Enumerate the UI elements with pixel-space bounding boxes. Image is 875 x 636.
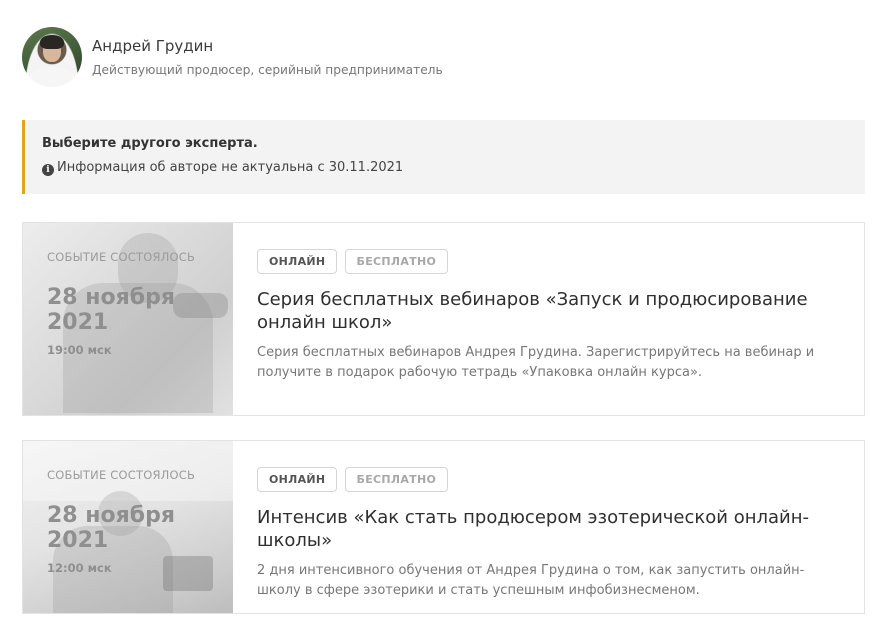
avatar[interactable] [22, 27, 82, 87]
event-tags: ОНЛАЙН БЕСПЛАТНО [257, 467, 847, 492]
event-description: Серия бесплатных вебинаров Андрея Грудин… [257, 345, 815, 380]
notice-info: i Информация об авторе не актуальна с 30.… [42, 160, 403, 176]
event-card[interactable]: СОБЫТИЕ СОСТОЯЛОСЬ 28 ноября 2021 12:00 … [22, 440, 865, 614]
info-circle-icon: i [42, 164, 54, 176]
event-time: 12:00 мск [47, 561, 112, 575]
event-status: СОБЫТИЕ СОСТОЯЛОСЬ [47, 468, 196, 482]
event-body: ОНЛАЙН БЕСПЛАТНО Серия бесплатных вебина… [257, 249, 847, 383]
avatar-hair [40, 35, 64, 49]
author-header: Андрей Грудин Действующий продюсер, сери… [22, 27, 622, 87]
tag-free[interactable]: БЕСПЛАТНО [344, 467, 449, 492]
tag-online[interactable]: ОНЛАЙН [257, 249, 338, 274]
tag-online[interactable]: ОНЛАЙН [257, 467, 338, 492]
event-image[interactable]: СОБЫТИЕ СОСТОЯЛОСЬ 28 ноября 2021 19:00 … [23, 223, 233, 415]
event-date: 28 ноября 2021 [47, 285, 175, 335]
event-tags: ОНЛАЙН БЕСПЛАТНО [257, 249, 847, 274]
event-body: ОНЛАЙН БЕСПЛАТНО Интенсив «Как стать про… [257, 467, 847, 601]
image-laptop [163, 556, 213, 591]
event-title[interactable]: Серия бесплатных вебинаров «Запуск и про… [257, 288, 847, 334]
event-status: СОБЫТИЕ СОСТОЯЛОСЬ [47, 250, 196, 264]
event-time: 19:00 мск [47, 343, 112, 357]
expert-notice: Выберите другого эксперта. i Информация о… [22, 120, 865, 194]
author-name[interactable]: Андрей Грудин [92, 37, 213, 55]
event-description: 2 дня интенсивного обучения от Андрея Гр… [257, 563, 805, 598]
notice-info-text: Информация об авторе не актуальна с 30.1… [57, 160, 404, 175]
author-role: Действующий продюсер, серийный предприни… [92, 63, 443, 77]
event-title[interactable]: Интенсив «Как стать продюсером эзотериче… [257, 506, 847, 552]
avatar-shirt [28, 67, 76, 87]
event-date: 28 ноября 2021 [47, 503, 175, 553]
event-card[interactable]: СОБЫТИЕ СОСТОЯЛОСЬ 28 ноября 2021 19:00 … [22, 222, 865, 416]
tag-free[interactable]: БЕСПЛАТНО [344, 249, 449, 274]
notice-title: Выберите другого эксперта. [42, 136, 258, 151]
event-image[interactable]: СОБЫТИЕ СОСТОЯЛОСЬ 28 ноября 2021 12:00 … [23, 441, 233, 613]
